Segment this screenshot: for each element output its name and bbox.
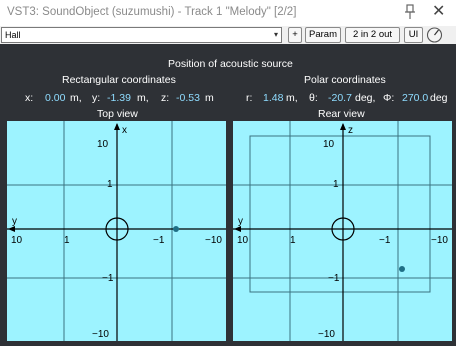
z-label: z: <box>161 92 170 104</box>
phi-label: Φ: <box>383 92 395 104</box>
ui-button[interactable]: UI <box>404 27 423 43</box>
tick-label: −10 <box>92 329 109 340</box>
title-bar: VST3: SoundObject (suzumushi) - Track 1 … <box>0 0 456 26</box>
tick-label: 10 <box>11 235 23 246</box>
tick-label: −1 <box>153 235 165 246</box>
y-unit: m, <box>137 92 149 104</box>
theta-value[interactable]: -20.7 <box>328 92 352 104</box>
tick-label: 10 <box>237 235 249 246</box>
preset-select[interactable]: Hall ▾ <box>1 27 282 43</box>
sound-source-marker <box>399 266 405 272</box>
rear-view-canvas: z y 10 1 −1 −10 10 1 −1 −10 <box>233 121 452 341</box>
chevron-down-icon: ▾ <box>273 30 278 39</box>
rear-view-title: Rear view <box>318 108 365 120</box>
tick-label: −1 <box>102 273 114 284</box>
tick-label: 1 <box>107 179 113 190</box>
z-unit: m <box>205 92 214 104</box>
param-button[interactable]: Param <box>305 27 341 43</box>
tick-label: −1 <box>328 273 340 284</box>
tick-label: 1 <box>64 235 70 246</box>
tick-label: 1 <box>290 235 296 246</box>
z-value[interactable]: -0.53 <box>176 92 200 104</box>
toolbar: Hall ▾ + Param 2 in 2 out UI <box>0 26 456 44</box>
phi-value[interactable]: 270.0 <box>402 92 428 104</box>
preset-value: Hall <box>5 30 21 40</box>
top-view-canvas: x y 10 1 −1 −10 10 1 −1 −10 <box>7 121 226 341</box>
tick-label: −10 <box>318 329 335 340</box>
tick-label: 10 <box>323 139 335 150</box>
axis-arrow-icon <box>114 123 120 130</box>
v-axis-label: z <box>348 125 353 136</box>
r-label: r: <box>246 92 253 104</box>
add-preset-button[interactable]: + <box>288 27 302 43</box>
phi-unit: deg <box>430 92 448 104</box>
axis-arrow-icon <box>340 123 346 130</box>
rear-view-plot[interactable]: z y 10 1 −1 −10 10 1 −1 −10 <box>233 121 452 341</box>
y-value[interactable]: -1.39 <box>107 92 131 104</box>
tick-label: −10 <box>431 235 448 246</box>
v-axis-label: x <box>122 125 127 136</box>
window-title: VST3: SoundObject (suzumushi) - Track 1 … <box>7 6 297 18</box>
tick-label: 1 <box>333 179 339 190</box>
rect-coords-heading: Rectangular coordinates <box>62 74 176 86</box>
tick-label: 10 <box>97 139 109 150</box>
theta-label: θ: <box>309 92 318 104</box>
h-axis-label: y <box>238 216 243 227</box>
h-axis-label: y <box>12 216 17 227</box>
r-value[interactable]: 1.48 <box>263 92 283 104</box>
x-unit: m, <box>70 92 82 104</box>
theta-unit: deg, <box>355 92 376 104</box>
y-label: y: <box>92 92 101 104</box>
sound-source-marker <box>173 226 179 232</box>
x-value[interactable]: 0.00 <box>45 92 65 104</box>
output-knob[interactable] <box>426 26 443 43</box>
tick-label: −10 <box>205 235 222 246</box>
close-icon[interactable]: ✕ <box>432 3 445 21</box>
polar-coords-heading: Polar coordinates <box>304 74 386 86</box>
tick-label: −1 <box>379 235 391 246</box>
top-view-title: Top view <box>97 108 138 120</box>
io-config-button[interactable]: 2 in 2 out <box>345 27 400 43</box>
pin-icon[interactable] <box>403 4 417 20</box>
x-label: x: <box>25 92 34 104</box>
r-unit: m, <box>286 92 298 104</box>
position-heading: Position of acoustic source <box>168 58 293 70</box>
top-view-plot[interactable]: x y 10 1 −1 −10 10 1 −1 −10 <box>7 121 226 341</box>
